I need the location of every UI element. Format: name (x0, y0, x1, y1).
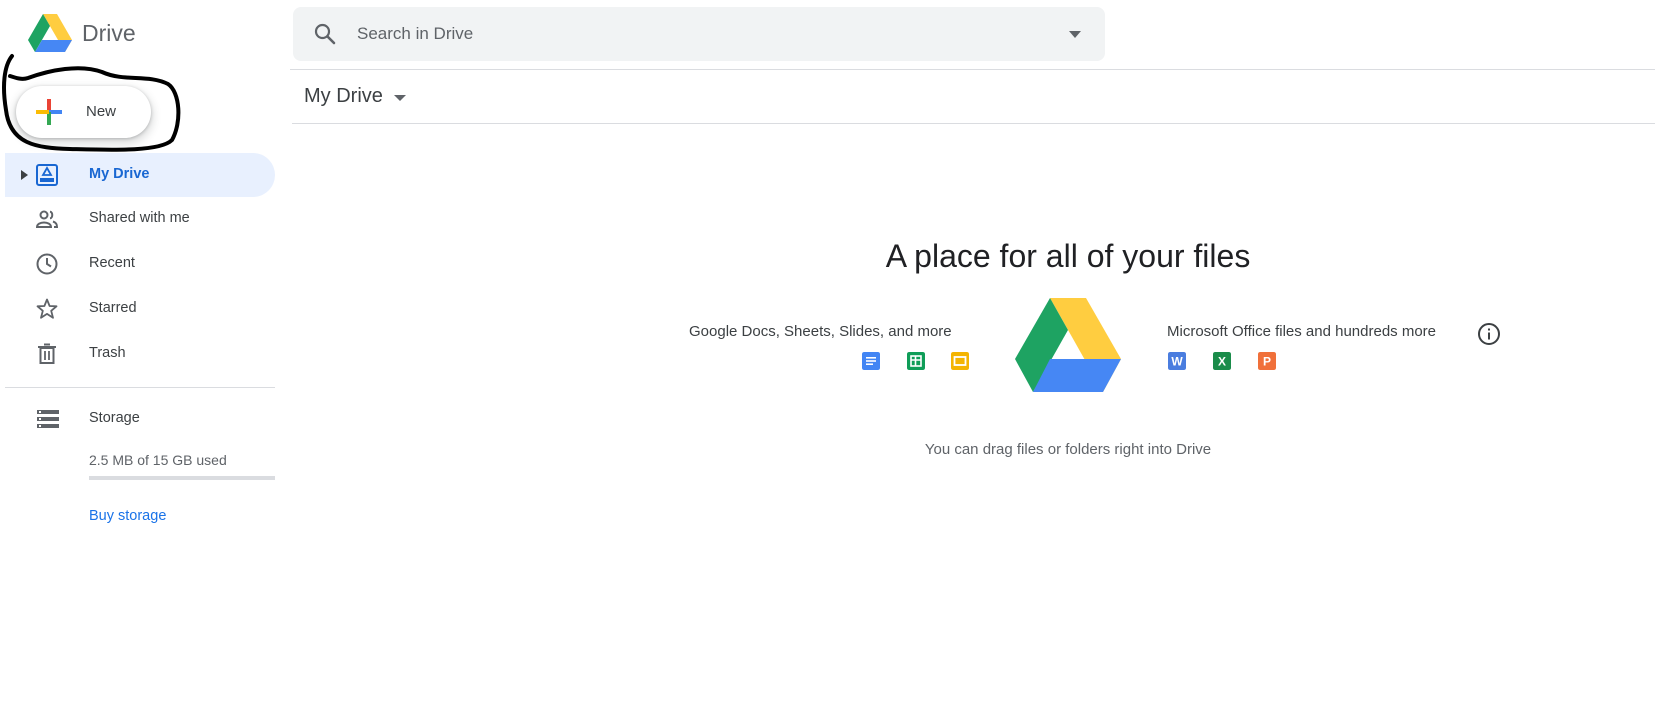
empty-state-title: A place for all of your files (885, 238, 1251, 274)
header-divider (290, 69, 1655, 70)
buy-storage-link[interactable]: Buy storage (89, 508, 166, 524)
my-drive-icon (36, 164, 58, 186)
app-title[interactable]: Drive (82, 20, 136, 47)
sidebar-item-my-drive[interactable]: My Drive (5, 153, 275, 197)
star-icon (36, 298, 58, 319)
people-icon (35, 210, 59, 228)
breadcrumb[interactable]: My Drive (304, 85, 383, 108)
storage-used-text: 2.5 MB of 15 GB used (89, 452, 227, 468)
sidebar-divider (5, 387, 275, 388)
sidebar-item-shared[interactable]: Shared with me (5, 197, 275, 241)
docs-icon (862, 352, 880, 370)
sidebar-item-label: Starred (89, 300, 137, 316)
new-button[interactable]: New (16, 86, 151, 138)
sidebar-item-recent[interactable]: Recent (5, 242, 275, 286)
sidebar-item-label: Trash (89, 345, 126, 361)
sidebar-item-label: Shared with me (89, 210, 190, 226)
info-icon[interactable] (1477, 322, 1501, 346)
chevron-down-icon[interactable] (393, 93, 407, 103)
storage-label[interactable]: Storage (89, 410, 140, 426)
powerpoint-icon: P (1258, 352, 1276, 370)
sidebar-item-trash[interactable]: Trash (5, 332, 275, 376)
excel-icon: X (1213, 352, 1231, 370)
search-input[interactable]: Search in Drive (357, 24, 473, 44)
sidebar-item-starred[interactable]: Starred (5, 287, 275, 331)
search-icon[interactable] (313, 22, 337, 46)
svg-text:X: X (1218, 355, 1226, 369)
svg-text:W: W (1171, 355, 1183, 369)
drive-logo-large-icon (1015, 298, 1121, 392)
svg-text:P: P (1263, 355, 1271, 369)
storage-icon (37, 410, 59, 428)
toolbar-divider (292, 123, 1655, 124)
drag-drop-hint: You can drag files or folders right into… (924, 441, 1212, 458)
ms-formats-text: Microsoft Office files and hundreds more (1167, 323, 1437, 340)
search-bar[interactable]: Search in Drive (293, 7, 1105, 61)
new-button-label: New (86, 103, 117, 120)
sheets-icon (907, 352, 925, 370)
sidebar-item-label: Recent (89, 255, 135, 271)
sidebar-item-label: My Drive (89, 166, 150, 182)
word-icon: W (1168, 352, 1186, 370)
clock-icon (36, 253, 58, 275)
plus-icon (36, 99, 62, 125)
storage-progress-bar (89, 476, 275, 480)
google-formats-text: Google Docs, Sheets, Slides, and more (689, 323, 952, 340)
trash-icon (38, 343, 56, 364)
search-options-icon[interactable] (1067, 27, 1083, 41)
drive-logo-icon[interactable] (28, 14, 72, 52)
expand-arrow-icon[interactable] (19, 169, 29, 181)
slides-icon (951, 352, 969, 370)
